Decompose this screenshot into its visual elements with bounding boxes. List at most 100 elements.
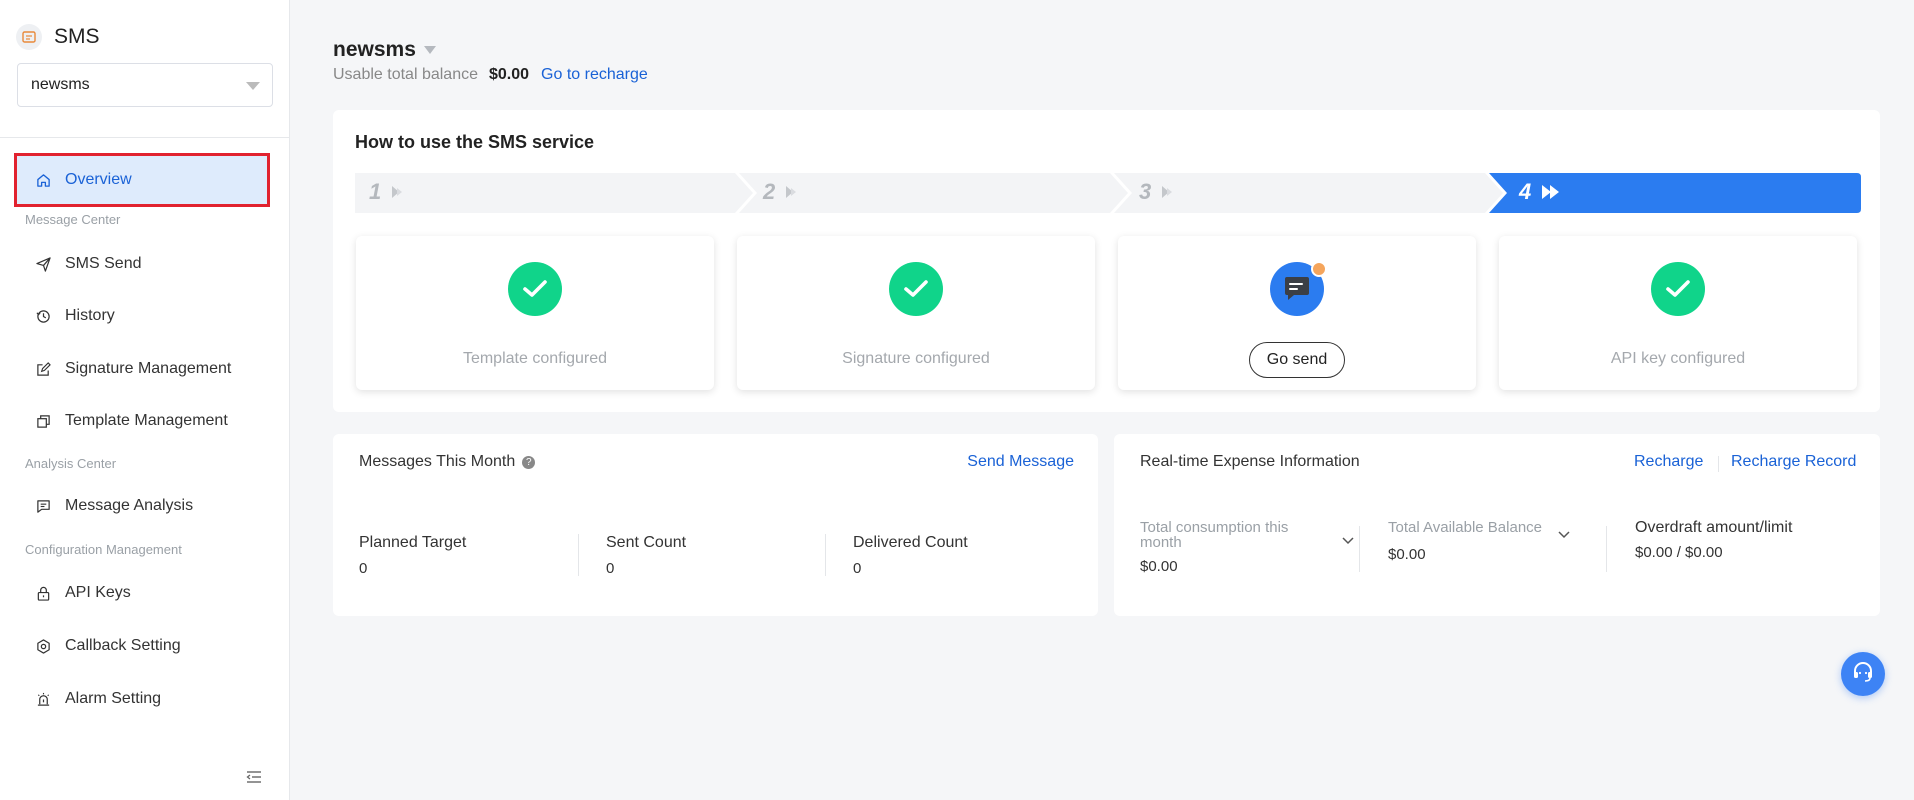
step-4-label: 4 [1519, 179, 1532, 204]
alarm-icon [35, 691, 51, 707]
check-circle-icon [1651, 262, 1705, 316]
sidebar-item-label: Callback Setting [65, 637, 181, 654]
home-icon [35, 172, 51, 188]
overdraft-stat: Overdraft amount/limit $0.00 / $0.00 [1635, 519, 1793, 562]
go-to-recharge-link[interactable]: Go to recharge [541, 66, 648, 84]
sidebar-item-alarm-setting[interactable]: Alarm Setting [17, 675, 267, 723]
send-icon [35, 256, 51, 272]
nav-group-message-center: Message Center [25, 212, 121, 227]
collapse-sidebar-icon[interactable] [246, 770, 262, 789]
sidebar-item-label: Alarm Setting [65, 690, 162, 707]
stat-label: Sent Count [606, 534, 687, 551]
messages-title-text: Messages This Month [359, 453, 516, 470]
sidebar-item-message-analysis[interactable]: Message Analysis [17, 482, 267, 530]
copy-icon [35, 413, 51, 429]
step-arrow-icon [785, 185, 799, 204]
sidebar-item-label: API Keys [65, 584, 131, 601]
brand-title: SMS [54, 25, 100, 48]
edit-icon [35, 361, 51, 377]
stat-value: 0 [359, 560, 368, 577]
sidebar-item-template-management[interactable]: Template Management [17, 397, 267, 445]
sms-product-icon [16, 24, 42, 50]
stat-value: 0 [853, 560, 862, 577]
total-consumption-stat: Total consumption this month $0.00 [1140, 520, 1330, 575]
messages-card-title: Messages This Month ? [359, 453, 536, 471]
message-icon [35, 498, 51, 514]
headset-icon [1851, 660, 1875, 689]
signature-step-card: Signature configured [737, 236, 1095, 390]
sidebar-item-callback-setting[interactable]: Callback Setting [17, 622, 267, 670]
recharge-link[interactable]: Recharge [1634, 453, 1703, 471]
app-name-dropdown[interactable]: newsms [333, 38, 436, 62]
customer-support-button[interactable] [1841, 652, 1885, 696]
sidebar-divider [0, 137, 290, 138]
guide-title: How to use the SMS service [355, 132, 595, 152]
template-step-caption: Template configured [462, 350, 608, 367]
notification-dot [1311, 261, 1327, 277]
stat-divider [578, 534, 579, 576]
step-3-label: 3 [1139, 179, 1152, 204]
page-title: newsms [333, 38, 416, 61]
template-step-card: Template configured [356, 236, 714, 390]
expense-info-card: Real-time Expense Information Recharge R… [1114, 434, 1880, 616]
step-2-label: 2 [763, 179, 776, 204]
sidebar-item-signature-management[interactable]: Signature Management [17, 345, 267, 393]
stat-divider [1359, 526, 1360, 572]
total-available-balance-stat: Total Available Balance $0.00 [1388, 520, 1542, 563]
chevron-down-icon[interactable] [1342, 532, 1354, 550]
step-arrow-icon [1541, 184, 1563, 205]
stat-value: 0 [606, 560, 615, 577]
chat-bubble-icon [1270, 261, 1327, 316]
stat-value: $0.00 / $0.00 [1635, 544, 1723, 561]
help-icon[interactable]: ? [522, 455, 536, 469]
stat-label: Overdraft amount/limit [1635, 519, 1793, 536]
sidebar-item-label: Message Analysis [65, 497, 194, 514]
link-divider [1718, 456, 1719, 472]
nav-group-configuration-management: Configuration Management [25, 542, 182, 557]
sidebar-item-label: Template Management [65, 412, 228, 429]
api-key-step-caption: API key configured [1610, 350, 1746, 367]
settings-icon [35, 638, 51, 654]
caret-down-icon [246, 82, 260, 90]
signature-step-caption: Signature configured [842, 350, 990, 367]
sidebar-item-api-keys[interactable]: API Keys [17, 569, 267, 617]
stat-value: $0.00 [1388, 546, 1426, 563]
stat-label: Total consumption this month [1140, 519, 1289, 551]
sidebar: SMS newsms Overview Message Center SMS S… [0, 0, 290, 800]
sidebar-item-history[interactable]: History [17, 292, 267, 340]
step-arrow-icon [391, 185, 405, 204]
step-bar-shapes [355, 173, 1861, 213]
messages-this-month-card: Messages This Month ? Send Message Plann… [333, 434, 1098, 616]
send-step-card: Go send [1118, 236, 1476, 390]
step-arrow-icon [1161, 185, 1175, 204]
sidebar-item-label: History [65, 307, 115, 324]
stat-label: Total Available Balance [1388, 519, 1542, 536]
send-message-link[interactable]: Send Message [967, 453, 1074, 471]
usage-guide-card: How to use the SMS service 1 2 3 4 Templ… [333, 110, 1880, 412]
expense-card-title: Real-time Expense Information [1140, 453, 1360, 470]
brand: SMS [16, 22, 100, 52]
delivered-count-stat: Delivered Count 0 [853, 534, 968, 577]
history-icon [35, 308, 51, 324]
chevron-down-icon[interactable] [1558, 526, 1570, 544]
stat-label: Planned Target [359, 534, 467, 551]
stat-value: $0.00 [1140, 558, 1178, 575]
balance-line: Usable total balance $0.00 Go to recharg… [333, 66, 648, 84]
app-select[interactable]: newsms [17, 63, 273, 107]
step-1-shape [355, 173, 753, 213]
sidebar-item-sms-send[interactable]: SMS Send [17, 240, 267, 288]
go-send-button[interactable]: Go send [1249, 342, 1345, 378]
planned-target-stat: Planned Target 0 [359, 534, 466, 577]
stat-divider [825, 534, 826, 576]
balance-value: $0.00 [488, 66, 530, 83]
sidebar-item-label: Overview [65, 171, 132, 188]
recharge-record-link[interactable]: Recharge Record [1731, 453, 1856, 471]
sidebar-item-overview[interactable]: Overview [14, 153, 270, 207]
check-circle-icon [889, 262, 943, 316]
caret-down-icon [423, 46, 436, 54]
sent-count-stat: Sent Count 0 [606, 534, 686, 577]
lock-icon [35, 585, 51, 601]
stat-divider [1606, 526, 1607, 572]
check-circle-icon [508, 262, 562, 316]
balance-label: Usable total balance [333, 66, 478, 83]
